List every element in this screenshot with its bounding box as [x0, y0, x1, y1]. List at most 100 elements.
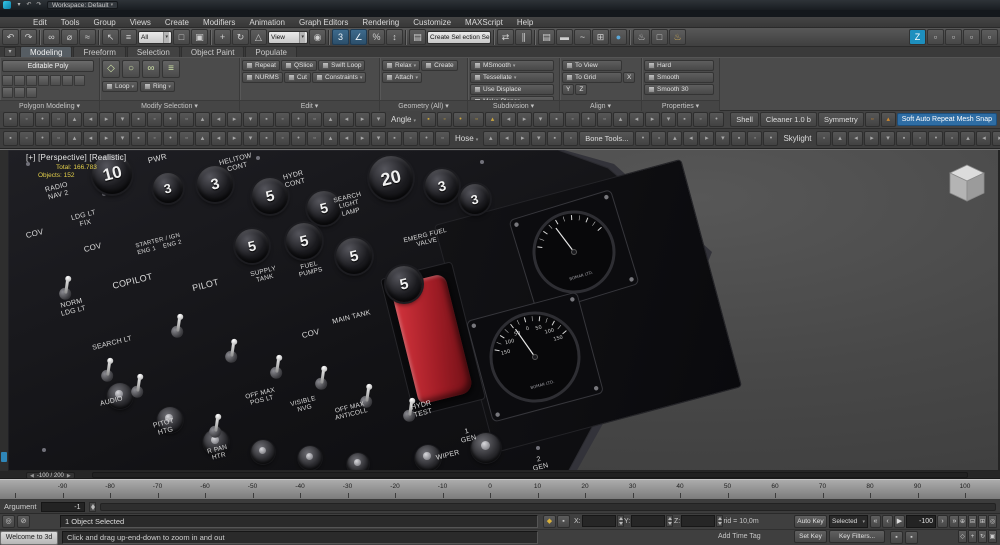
timeline-tick[interactable] [775, 493, 776, 498]
row2-tool-icon[interactable]: • [928, 131, 944, 146]
timeline-tick[interactable] [537, 493, 539, 498]
row2-tool-icon[interactable]: ▾ [715, 131, 731, 146]
key-mode-dropdown[interactable]: Selected ▾ [829, 515, 868, 528]
material-editor-icon[interactable]: ● [610, 29, 627, 45]
row1-tool-icon[interactable]: ▪ [676, 112, 692, 127]
ribbon-panel-title-geom[interactable]: Geometry (All) ▾ [380, 100, 467, 111]
row1-button-cleaner-1-0-b[interactable]: Cleaner 1.0 b [759, 112, 817, 127]
row2-tool-icon[interactable]: ▾ [880, 131, 896, 146]
row1-tool-icon[interactable]: ▸ [644, 112, 660, 127]
row2-tool-icon[interactable]: ▴ [323, 131, 338, 146]
ribbon-panel-title-modsel[interactable]: Modify Selection ▾ [100, 100, 239, 111]
set-key-button[interactable]: Set Key [794, 530, 827, 543]
row1-tool-icon[interactable]: ▸ [355, 112, 370, 127]
row1-tool-icon[interactable]: ▫ [864, 112, 880, 127]
row2-tool-icon[interactable]: ▴ [667, 131, 683, 146]
coordinate-spinner[interactable] [616, 515, 624, 527]
ribbon-button-y[interactable]: Y [562, 84, 575, 95]
prev-key-button[interactable]: ‹ [882, 515, 893, 528]
row1-tool-icon[interactable]: • [163, 112, 178, 127]
app-menu-arrow-icon[interactable]: ▾ [14, 1, 24, 9]
menu-animation[interactable]: Animation [242, 17, 292, 28]
row2-tool-icon[interactable]: ▫ [944, 131, 960, 146]
timeline-tick[interactable] [15, 493, 16, 498]
timeline-tick[interactable] [110, 493, 111, 498]
row2-tool-icon[interactable]: ◦ [403, 131, 418, 146]
editable-poly-selector[interactable]: Editable Poly [2, 60, 94, 72]
ribbon-button-qslice[interactable]: QSlice [280, 60, 318, 71]
row2-tool-icon[interactable]: ◦ [275, 131, 290, 146]
ribbon-button-to-view[interactable]: To View [562, 60, 622, 71]
row2-label-hose[interactable]: Hose ▾ [451, 134, 482, 143]
timeline-tick[interactable] [205, 493, 206, 498]
row1-tool-icon[interactable]: ▫ [468, 112, 484, 127]
row2-tool-icon[interactable]: ▪ [131, 131, 146, 146]
row2-button-bone-tools[interactable]: Bone Tools... [579, 131, 635, 146]
row2-tool-icon[interactable]: ◂ [83, 131, 98, 146]
spinner-snap-icon[interactable]: ↕ [386, 29, 403, 45]
coordsys-select[interactable]: View ▾ [268, 30, 308, 44]
menu-customize[interactable]: Customize [406, 17, 458, 28]
timeline-tick[interactable] [442, 493, 444, 498]
row2-tool-icon[interactable]: ▸ [864, 131, 880, 146]
timeline-tick[interactable] [632, 493, 634, 498]
ribbon-button-use-displace[interactable]: Use Displace [470, 84, 554, 95]
row2-tool-icon[interactable]: ▾ [531, 131, 547, 146]
row1-tool-icon[interactable]: • [35, 112, 50, 127]
rendered-frame-window-icon[interactable]: □ [651, 29, 668, 45]
window-crossing-icon[interactable]: ▣ [191, 29, 208, 45]
current-time-field[interactable] [906, 515, 936, 528]
border-icon[interactable] [2, 87, 13, 98]
row1-tool-icon[interactable]: • [580, 112, 596, 127]
element-icon[interactable] [26, 87, 37, 98]
ribbon-button-create[interactable]: Create [421, 60, 458, 71]
row1-tool-icon[interactable]: ▴ [67, 112, 82, 127]
row1-tool-icon[interactable]: • [452, 112, 468, 127]
mirror-icon[interactable]: ⇄ [497, 29, 514, 45]
timeline-tick[interactable] [62, 493, 64, 498]
row2-tool-icon[interactable]: ▪ [896, 131, 912, 146]
timeline-tick[interactable] [870, 493, 871, 498]
row2-tool-icon[interactable]: ◂ [211, 131, 226, 146]
extra-tool-icon-1[interactable]: ▫ [927, 29, 944, 45]
timeline-tick[interactable] [822, 493, 824, 498]
row2-tool-icon[interactable]: ▫ [51, 131, 66, 146]
workspace-dropdown[interactable]: Workspace: Default [47, 1, 119, 9]
element-icon[interactable] [50, 75, 61, 86]
curve-editor-icon[interactable]: ~ [574, 29, 591, 45]
ribbon-button-tessellate[interactable]: Tessellate ▾ [470, 72, 554, 83]
menu-tools[interactable]: Tools [54, 17, 87, 28]
percent-snap-icon[interactable]: % [368, 29, 385, 45]
next-key-button[interactable]: › [937, 515, 948, 528]
row2-tool-icon[interactable]: ▾ [243, 131, 258, 146]
row2-tool-icon[interactable]: • [291, 131, 306, 146]
ribbon-button-smooth[interactable]: Smooth [644, 72, 714, 83]
row2-tool-icon[interactable]: ◦ [912, 131, 928, 146]
shrink-selection-icon[interactable]: ○ [122, 60, 140, 78]
row1-tool-icon[interactable]: ◦ [147, 112, 162, 127]
row2-tool-icon[interactable]: ◂ [683, 131, 699, 146]
timeline-tick[interactable] [965, 493, 966, 498]
row1-tool-icon[interactable]: ◂ [628, 112, 644, 127]
row1-tool-icon[interactable]: ▪ [548, 112, 564, 127]
row2-tool-icon[interactable]: ▴ [67, 131, 82, 146]
border-icon[interactable] [26, 75, 37, 86]
ribbon-panel-title-polymod[interactable]: Polygon Modeling ▾ [0, 100, 99, 111]
track-bar[interactable] [92, 472, 968, 478]
row1-tool-icon[interactable]: ◦ [19, 112, 34, 127]
lock-icon[interactable]: ▪ [557, 515, 570, 528]
ribbon-panel-title-subdiv[interactable]: Subdivision ▾ [468, 100, 559, 111]
row1-tool-icon[interactable]: ▴ [484, 112, 500, 127]
row2-tool-icon[interactable]: ▪ [3, 131, 18, 146]
row2-tool-icon[interactable]: ▫ [307, 131, 322, 146]
row1-tool-icon[interactable]: ▫ [179, 112, 194, 127]
row2-tool-icon[interactable]: ▸ [699, 131, 715, 146]
row2-tool-icon[interactable]: • [635, 131, 651, 146]
select-link-icon[interactable]: ∞ [43, 29, 60, 45]
range-right-icon[interactable]: ▶ [67, 473, 71, 479]
render-production-icon[interactable]: ♨ [669, 29, 686, 45]
timeline-range-box[interactable]: ◀ -100 / 200 ▶ [26, 472, 75, 479]
timeline-tick[interactable] [680, 493, 681, 498]
argument-value-field[interactable]: -1 [40, 501, 85, 512]
coordinate-input[interactable] [631, 515, 666, 527]
